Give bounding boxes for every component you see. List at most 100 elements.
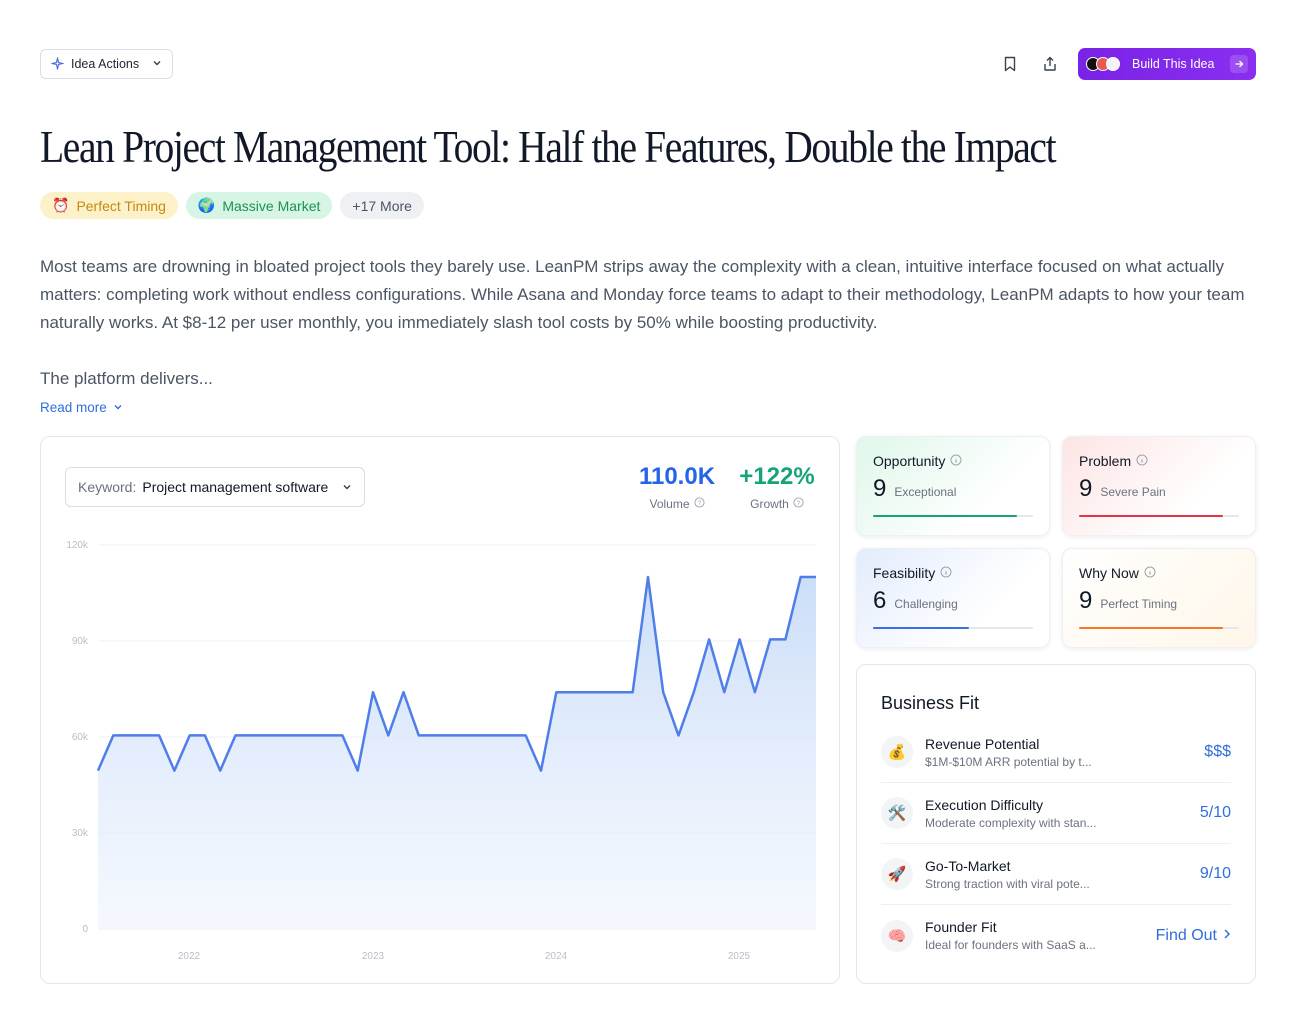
score-bar bbox=[873, 515, 1033, 517]
idea-actions-dropdown[interactable]: Idea Actions bbox=[40, 49, 173, 79]
info-icon[interactable] bbox=[940, 565, 952, 581]
volume-metric: 110.0K Volume ? bbox=[637, 463, 717, 511]
globe-icon: 🌍 bbox=[197, 197, 216, 213]
score-title: Why Now bbox=[1079, 565, 1139, 581]
business-fit-row-gtm[interactable]: 🚀 Go-To-Market Strong traction with vira… bbox=[881, 844, 1231, 905]
keyword-label: Keyword: bbox=[78, 479, 137, 495]
idea-description-continued: The platform delivers... bbox=[40, 369, 213, 388]
score-label: Perfect Timing bbox=[1100, 597, 1178, 611]
score-bar-fill bbox=[873, 627, 969, 629]
score-card-why-now[interactable]: Why Now 9 Perfect Timing bbox=[1062, 548, 1256, 648]
read-more-label: Read more bbox=[40, 400, 107, 415]
score-label: Exceptional bbox=[894, 485, 957, 499]
help-circle-icon[interactable]: ? bbox=[793, 497, 804, 511]
score-bar-fill bbox=[1079, 627, 1223, 629]
trend-chart: 0 30k 60k 90k 120k 2022 2023 2024 2025 bbox=[66, 540, 816, 962]
tag-label: Perfect Timing bbox=[76, 197, 166, 214]
score-card-opportunity[interactable]: Opportunity 9 Exceptional bbox=[856, 436, 1050, 536]
brain-icon: 🧠 bbox=[881, 919, 913, 952]
bookmark-icon[interactable] bbox=[998, 52, 1022, 76]
volume-label: Volume bbox=[649, 497, 690, 511]
growth-label: Growth bbox=[750, 497, 789, 511]
x-tick-label: 2023 bbox=[362, 951, 385, 962]
row-value: Find Out bbox=[1155, 926, 1217, 944]
info-icon[interactable] bbox=[950, 453, 962, 469]
money-bag-icon: 💰 bbox=[881, 736, 913, 768]
tag-list: ⏰ Perfect Timing 🌍 Massive Market +17 Mo… bbox=[40, 192, 424, 219]
svg-text:?: ? bbox=[797, 500, 801, 507]
y-tick-label: 0 bbox=[82, 924, 88, 935]
score-card-problem[interactable]: Problem 9 Severe Pain bbox=[1062, 436, 1256, 536]
idea-actions-label: Idea Actions bbox=[71, 57, 140, 71]
sparkle-icon bbox=[51, 56, 64, 72]
score-label: Severe Pain bbox=[1100, 485, 1166, 499]
build-this-idea-label: Build This Idea bbox=[1132, 57, 1215, 71]
row-title: Execution Difficulty bbox=[925, 796, 1044, 813]
chevron-down-icon bbox=[342, 479, 352, 495]
score-bar-fill bbox=[1079, 515, 1223, 517]
score-value: 9 bbox=[1079, 587, 1093, 614]
info-icon[interactable] bbox=[1144, 565, 1156, 581]
score-title: Feasibility bbox=[873, 565, 936, 581]
row-value: $$$ bbox=[1204, 743, 1231, 760]
idea-description: Most teams are drowning in bloated proje… bbox=[40, 257, 1245, 332]
score-bar bbox=[873, 627, 1033, 629]
business-fit-row-revenue[interactable]: 💰 Revenue Potential $1M-$10M ARR potenti… bbox=[881, 722, 1231, 783]
business-fit-card: Business Fit 💰 Revenue Potential $1M-$10… bbox=[856, 664, 1256, 984]
business-fit-row-execution[interactable]: 🛠️ Execution Difficulty Moderate complex… bbox=[881, 783, 1231, 844]
alarm-clock-icon: ⏰ bbox=[52, 197, 70, 213]
rocket-icon: 🚀 bbox=[881, 858, 913, 890]
score-bar-fill bbox=[873, 515, 1017, 517]
row-desc: Moderate complexity with stan... bbox=[925, 815, 1097, 830]
score-value: 6 bbox=[873, 587, 887, 614]
y-tick-label: 30k bbox=[72, 828, 89, 839]
score-title: Opportunity bbox=[873, 453, 946, 469]
tag-label: +17 More bbox=[352, 197, 412, 214]
x-tick-label: 2024 bbox=[545, 951, 568, 962]
row-desc: $1M-$10M ARR potential by t... bbox=[925, 754, 1092, 769]
page-title: Lean Project Management Tool: Half the F… bbox=[40, 121, 1057, 172]
help-circle-icon[interactable]: ? bbox=[693, 497, 705, 511]
score-value: 9 bbox=[1079, 475, 1093, 502]
tag-label: Massive Market bbox=[222, 197, 321, 214]
tools-icon: 🛠️ bbox=[881, 797, 913, 829]
y-tick-label: 60k bbox=[72, 732, 89, 743]
share-icon[interactable] bbox=[1038, 52, 1062, 76]
read-more-link[interactable]: Read more bbox=[40, 400, 123, 415]
build-this-idea-button[interactable]: Build This Idea bbox=[1078, 48, 1256, 80]
business-fit-row-founder[interactable]: 🧠 Founder Fit Ideal for founders with Sa… bbox=[881, 905, 1231, 966]
tag-more-button[interactable]: +17 More bbox=[340, 192, 424, 219]
volume-value: 110.0K bbox=[638, 463, 716, 490]
tag-massive-market[interactable]: 🌍 Massive Market bbox=[185, 192, 333, 219]
score-bar bbox=[1079, 627, 1239, 629]
growth-metric: +122% Growth ? bbox=[737, 463, 817, 511]
business-fit-title: Business Fit bbox=[881, 693, 980, 713]
tool-logos bbox=[1086, 57, 1120, 71]
row-title: Go-To-Market bbox=[925, 857, 1011, 874]
svg-text:?: ? bbox=[697, 500, 701, 507]
score-bar bbox=[1079, 515, 1239, 517]
score-card-feasibility[interactable]: Feasibility 6 Challenging bbox=[856, 548, 1050, 648]
chevron-down-icon bbox=[152, 57, 162, 71]
keyword-select[interactable]: Keyword: Project management software bbox=[65, 467, 365, 507]
growth-value: +122% bbox=[739, 463, 815, 490]
arrow-right-icon bbox=[1230, 55, 1248, 73]
find-out-link[interactable]: Find Out bbox=[1156, 927, 1231, 945]
row-desc: Strong traction with viral pote... bbox=[925, 876, 1090, 891]
row-value: 5/10 bbox=[1199, 804, 1231, 821]
chevron-down-icon bbox=[113, 400, 123, 415]
info-icon[interactable] bbox=[1136, 453, 1148, 469]
y-tick-label: 90k bbox=[72, 636, 89, 647]
y-tick-label: 120k bbox=[66, 540, 89, 551]
row-title: Revenue Potential bbox=[925, 735, 1040, 752]
row-desc: Ideal for founders with SaaS a... bbox=[925, 938, 1096, 952]
row-title: Founder Fit bbox=[925, 919, 997, 935]
series-area bbox=[98, 577, 816, 929]
chevron-right-icon bbox=[1223, 927, 1231, 945]
score-value: 9 bbox=[873, 475, 887, 502]
score-title: Problem bbox=[1079, 453, 1132, 469]
keyword-value: Project management software bbox=[142, 479, 329, 495]
tag-perfect-timing[interactable]: ⏰ Perfect Timing bbox=[40, 192, 178, 219]
x-tick-label: 2025 bbox=[728, 951, 751, 962]
score-label: Challenging bbox=[894, 597, 958, 611]
